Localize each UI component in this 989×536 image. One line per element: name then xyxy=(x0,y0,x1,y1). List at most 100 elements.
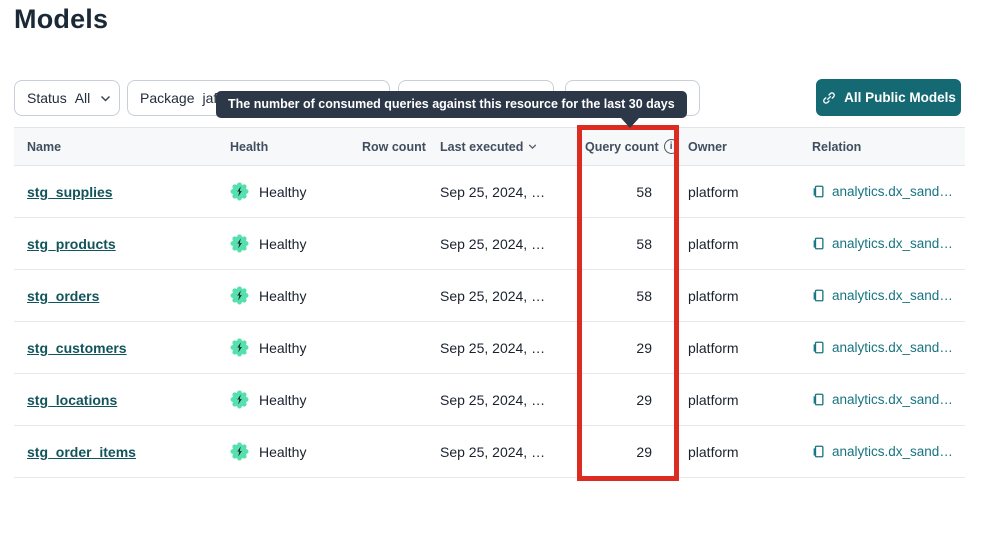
relation-label: analytics.dx_sand… xyxy=(832,184,953,199)
relation-link[interactable]: analytics.dx_sand… xyxy=(812,340,965,355)
query-count-cell: 58 xyxy=(585,184,688,200)
name-cell: stg_products xyxy=(27,236,230,252)
health-cell: Healthy xyxy=(230,442,362,461)
relation-cell: analytics.dx_sand… xyxy=(812,184,965,199)
table-row: stg_customers Healthy Sep 25, 2024, … xyxy=(14,322,965,374)
relation-link[interactable]: analytics.dx_sand… xyxy=(812,444,965,459)
column-header-query-count: Query count i xyxy=(585,139,688,154)
query-count-cell: 29 xyxy=(585,340,688,356)
all-public-models-label: All Public Models xyxy=(844,90,956,105)
column-header-relation: Relation xyxy=(812,140,965,154)
health-label: Healthy xyxy=(259,444,306,460)
health-status-icon xyxy=(230,234,249,253)
relation-cell: analytics.dx_sand… xyxy=(812,340,965,355)
name-cell: stg_customers xyxy=(27,340,230,356)
owner-cell: platform xyxy=(688,184,812,200)
models-table: Name Health Row count Last executed Quer… xyxy=(14,127,965,478)
health-cell: Healthy xyxy=(230,182,362,201)
health-status-icon xyxy=(230,182,249,201)
document-icon xyxy=(812,340,826,355)
table-row: stg_locations Healthy Sep 25, 2024, … xyxy=(14,374,965,426)
table-row: stg_order_items Healthy Sep 25, 2024, … xyxy=(14,426,965,478)
relation-link[interactable]: analytics.dx_sand… xyxy=(812,288,965,303)
name-cell: stg_order_items xyxy=(27,444,230,460)
model-name-link[interactable]: stg_products xyxy=(27,236,116,252)
name-cell: stg_supplies xyxy=(27,184,230,200)
table-row: stg_products Healthy Sep 25, 2024, … xyxy=(14,218,965,270)
chevron-down-icon xyxy=(100,93,111,104)
relation-link[interactable]: analytics.dx_sand… xyxy=(812,184,965,199)
relation-label: analytics.dx_sand… xyxy=(832,288,953,303)
table-body: stg_supplies Healthy Sep 25, 2024, … xyxy=(14,166,965,478)
owner-cell: platform xyxy=(688,288,812,304)
document-icon xyxy=(812,288,826,303)
status-filter-label: Status xyxy=(27,90,67,106)
health-label: Healthy xyxy=(259,236,306,252)
sort-chevron-down-icon xyxy=(528,142,537,151)
owner-cell: platform xyxy=(688,340,812,356)
name-cell: stg_locations xyxy=(27,392,230,408)
link-icon xyxy=(821,90,837,106)
model-name-link[interactable]: stg_customers xyxy=(27,340,127,356)
health-cell: Healthy xyxy=(230,338,362,357)
query-count-cell: 58 xyxy=(585,288,688,304)
relation-label: analytics.dx_sand… xyxy=(832,236,953,251)
table-row: stg_orders Healthy Sep 25, 2024, … 5 xyxy=(14,270,965,322)
status-filter-value: All xyxy=(75,90,91,106)
page-title: Models xyxy=(14,4,108,35)
health-cell: Healthy xyxy=(230,234,362,253)
model-name-link[interactable]: stg_supplies xyxy=(27,184,113,200)
table-row: stg_supplies Healthy Sep 25, 2024, … xyxy=(14,166,965,218)
column-header-row-count: Row count xyxy=(362,140,440,154)
models-page: Models Status All Package jaffle_ All Pu… xyxy=(0,0,989,536)
query-count-cell: 58 xyxy=(585,236,688,252)
last-executed-cell: Sep 25, 2024, … xyxy=(440,340,585,356)
relation-cell: analytics.dx_sand… xyxy=(812,444,965,459)
relation-cell: analytics.dx_sand… xyxy=(812,288,965,303)
model-name-link[interactable]: stg_locations xyxy=(27,392,117,408)
document-icon xyxy=(812,236,826,251)
last-executed-cell: Sep 25, 2024, … xyxy=(440,392,585,408)
health-cell: Healthy xyxy=(230,286,362,305)
name-cell: stg_orders xyxy=(27,288,230,304)
relation-label: analytics.dx_sand… xyxy=(832,392,953,407)
health-status-icon xyxy=(230,338,249,357)
health-label: Healthy xyxy=(259,392,306,408)
relation-label: analytics.dx_sand… xyxy=(832,340,953,355)
relation-cell: analytics.dx_sand… xyxy=(812,392,965,407)
column-header-name: Name xyxy=(27,140,230,154)
all-public-models-button[interactable]: All Public Models xyxy=(816,79,961,116)
health-label: Healthy xyxy=(259,288,306,304)
relation-cell: analytics.dx_sand… xyxy=(812,236,965,251)
last-executed-cell: Sep 25, 2024, … xyxy=(440,236,585,252)
health-label: Healthy xyxy=(259,184,306,200)
query-count-tooltip: The number of consumed queries against t… xyxy=(216,91,687,118)
owner-cell: platform xyxy=(688,392,812,408)
column-header-health: Health xyxy=(230,140,362,154)
last-executed-cell: Sep 25, 2024, … xyxy=(440,184,585,200)
column-header-owner: Owner xyxy=(688,140,812,154)
owner-cell: platform xyxy=(688,236,812,252)
health-status-icon xyxy=(230,390,249,409)
table-header-row: Name Health Row count Last executed Quer… xyxy=(14,127,965,166)
last-executed-cell: Sep 25, 2024, … xyxy=(440,288,585,304)
status-filter[interactable]: Status All xyxy=(14,80,120,116)
owner-cell: platform xyxy=(688,444,812,460)
relation-link[interactable]: analytics.dx_sand… xyxy=(812,392,965,407)
health-status-icon xyxy=(230,442,249,461)
health-status-icon xyxy=(230,286,249,305)
last-executed-cell: Sep 25, 2024, … xyxy=(440,444,585,460)
document-icon xyxy=(812,184,826,199)
query-count-cell: 29 xyxy=(585,444,688,460)
relation-link[interactable]: analytics.dx_sand… xyxy=(812,236,965,251)
health-label: Healthy xyxy=(259,340,306,356)
health-cell: Healthy xyxy=(230,390,362,409)
model-name-link[interactable]: stg_order_items xyxy=(27,444,136,460)
document-icon xyxy=(812,392,826,407)
info-icon[interactable]: i xyxy=(664,139,679,154)
model-name-link[interactable]: stg_orders xyxy=(27,288,99,304)
package-filter-label: Package xyxy=(140,90,194,106)
query-count-cell: 29 xyxy=(585,392,688,408)
document-icon xyxy=(812,444,826,459)
column-header-last-executed[interactable]: Last executed xyxy=(440,140,585,154)
